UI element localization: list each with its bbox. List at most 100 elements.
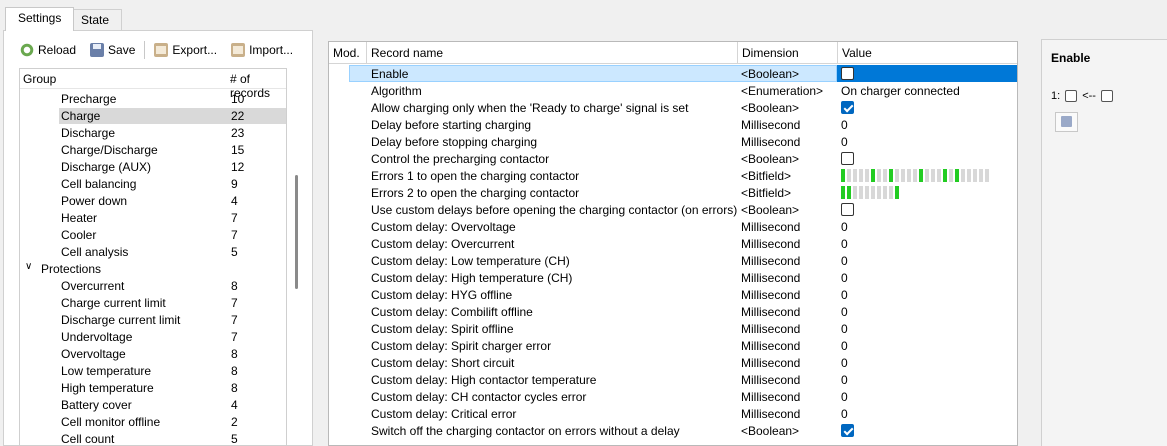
bit-cell[interactable]	[853, 169, 857, 182]
bit-cell[interactable]	[925, 169, 929, 182]
group-category[interactable]: ∨ Protections	[20, 260, 286, 277]
bit-cell[interactable]	[859, 169, 863, 182]
value-checkbox[interactable]	[841, 67, 854, 80]
record-row[interactable]: Custom delay: Critical error Millisecond 0	[329, 405, 1017, 422]
record-value[interactable]: 0	[841, 220, 848, 234]
value-checkbox[interactable]	[841, 152, 854, 165]
bit-cell[interactable]	[841, 169, 845, 182]
bit-cell[interactable]	[931, 169, 935, 182]
group-item[interactable]: Low temperature 8	[20, 362, 286, 379]
bit-cell[interactable]	[949, 169, 953, 182]
bit-cell[interactable]	[865, 186, 869, 199]
dimension-column-header[interactable]: Dimension	[738, 42, 838, 64]
record-value[interactable]: On charger connected	[841, 84, 960, 98]
group-item[interactable]: Cell monitor offline 2	[20, 413, 286, 430]
record-row[interactable]: Custom delay: Short circuit Millisecond 0	[329, 354, 1017, 371]
export-button[interactable]: Export...	[150, 39, 221, 61]
record-row[interactable]: Custom delay: High contactor temperature…	[329, 371, 1017, 388]
record-row[interactable]: Custom delay: Spirit charger error Millis…	[329, 337, 1017, 354]
value-checkbox[interactable]	[841, 203, 854, 216]
value-checkbox[interactable]	[841, 101, 854, 114]
group-list[interactable]: Group # of records Precharge 10 Charge 22 Di…	[19, 68, 287, 446]
bit-cell[interactable]	[937, 169, 941, 182]
group-item[interactable]: Cell balancing 9	[20, 175, 286, 192]
group-item[interactable]: Heater 7	[20, 209, 286, 226]
bit-cell[interactable]	[889, 169, 893, 182]
reload-button[interactable]: Reload	[16, 39, 80, 61]
import-button[interactable]: Import...	[227, 39, 297, 61]
group-item[interactable]: Overvoltage 8	[20, 345, 286, 362]
bit-cell[interactable]	[967, 169, 971, 182]
record-row[interactable]: Errors 2 to open the charging contactor <…	[329, 184, 1017, 201]
bit-cell[interactable]	[871, 169, 875, 182]
group-item[interactable]: Charge current limit 7	[20, 294, 286, 311]
bit-cell[interactable]	[877, 169, 881, 182]
bit-cell[interactable]	[961, 169, 965, 182]
group-column-header[interactable]: Group	[23, 72, 56, 86]
current-value-checkbox[interactable]	[1100, 90, 1113, 102]
group-list-scrollbar[interactable]	[295, 175, 298, 289]
group-item[interactable]: Cell count 5	[20, 430, 286, 445]
record-value[interactable]: 0	[841, 118, 848, 132]
record-value[interactable]: 0	[841, 339, 848, 353]
group-item[interactable]: Overcurrent 8	[20, 277, 286, 294]
group-item[interactable]: Precharge 10	[20, 90, 286, 107]
bit-cell[interactable]	[883, 169, 887, 182]
new-value-checkbox[interactable]	[1065, 90, 1078, 102]
record-row[interactable]: Delay before starting charging Millisecon…	[329, 116, 1017, 133]
record-row[interactable]: Custom delay: Spirit offline Millisecond 0	[329, 320, 1017, 337]
tab-settings[interactable]: Settings	[5, 7, 75, 31]
group-item[interactable]: Charge 22	[20, 107, 286, 124]
bit-cell[interactable]	[853, 186, 857, 199]
value-column-header[interactable]: Value	[838, 42, 1017, 64]
bit-cell[interactable]	[883, 186, 887, 199]
record-row[interactable]: Switch off the charging contactor on err…	[329, 422, 1017, 439]
record-value[interactable]: 0	[841, 356, 848, 370]
record-row[interactable]: Algorithm <Enumeration> On charger connect…	[329, 82, 1017, 99]
bit-cell[interactable]	[847, 169, 851, 182]
record-value[interactable]: 0	[841, 254, 848, 268]
record-value[interactable]: 0	[841, 407, 848, 421]
group-item[interactable]: Discharge current limit 7	[20, 311, 286, 328]
chevron-down-icon[interactable]: ∨	[25, 261, 32, 272]
save-button[interactable]: Save	[86, 39, 139, 61]
bit-cell[interactable]	[907, 169, 911, 182]
record-row[interactable]: Enable <Boolean>	[329, 65, 1017, 82]
bit-cell[interactable]	[973, 169, 977, 182]
group-item[interactable]: Power down 4	[20, 192, 286, 209]
bitfield-value[interactable]	[841, 186, 901, 199]
record-value[interactable]: 0	[841, 237, 848, 251]
bit-cell[interactable]	[889, 186, 893, 199]
bitfield-value[interactable]	[841, 169, 991, 182]
group-item[interactable]: Discharge (AUX) 12	[20, 158, 286, 175]
record-row[interactable]: Custom delay: Combilift offline Milliseco…	[329, 303, 1017, 320]
record-row[interactable]: Delay before stopping charging Millisecon…	[329, 133, 1017, 150]
record-row[interactable]: Custom delay: HYG offline Millisecond 0	[329, 286, 1017, 303]
value-checkbox[interactable]	[841, 424, 854, 437]
group-item[interactable]: Battery cover 4	[20, 396, 286, 413]
record-row[interactable]: Control the precharging contactor <Boolea…	[329, 150, 1017, 167]
record-value[interactable]: 0	[841, 305, 848, 319]
record-value[interactable]: 0	[841, 390, 848, 404]
group-item[interactable]: Cell analysis 5	[20, 243, 286, 260]
bit-cell[interactable]	[901, 169, 905, 182]
record-row[interactable]: Custom delay: Overvoltage Millisecond 0	[329, 218, 1017, 235]
record-row[interactable]: Custom delay: CH contactor cycles error M…	[329, 388, 1017, 405]
group-item[interactable]: Cooler 7	[20, 226, 286, 243]
bit-cell[interactable]	[913, 169, 917, 182]
bit-cell[interactable]	[943, 169, 947, 182]
record-value[interactable]: 0	[841, 135, 848, 149]
bit-cell[interactable]	[847, 186, 851, 199]
group-item[interactable]: High temperature 8	[20, 379, 286, 396]
tab-state[interactable]: State	[68, 9, 123, 30]
record-row[interactable]: Custom delay: Low temperature (CH) Millis…	[329, 252, 1017, 269]
group-item[interactable]: Discharge 23	[20, 124, 286, 141]
group-item[interactable]: Undervoltage 7	[20, 328, 286, 345]
record-row[interactable]: Custom delay: High temperature (CH) Milli…	[329, 269, 1017, 286]
record-name-column-header[interactable]: Record name	[367, 42, 738, 64]
record-value[interactable]: 0	[841, 271, 848, 285]
bit-cell[interactable]	[985, 169, 989, 182]
bit-cell[interactable]	[871, 186, 875, 199]
record-value[interactable]: 0	[841, 373, 848, 387]
record-row[interactable]: Allow charging only when the 'Ready to c…	[329, 99, 1017, 116]
